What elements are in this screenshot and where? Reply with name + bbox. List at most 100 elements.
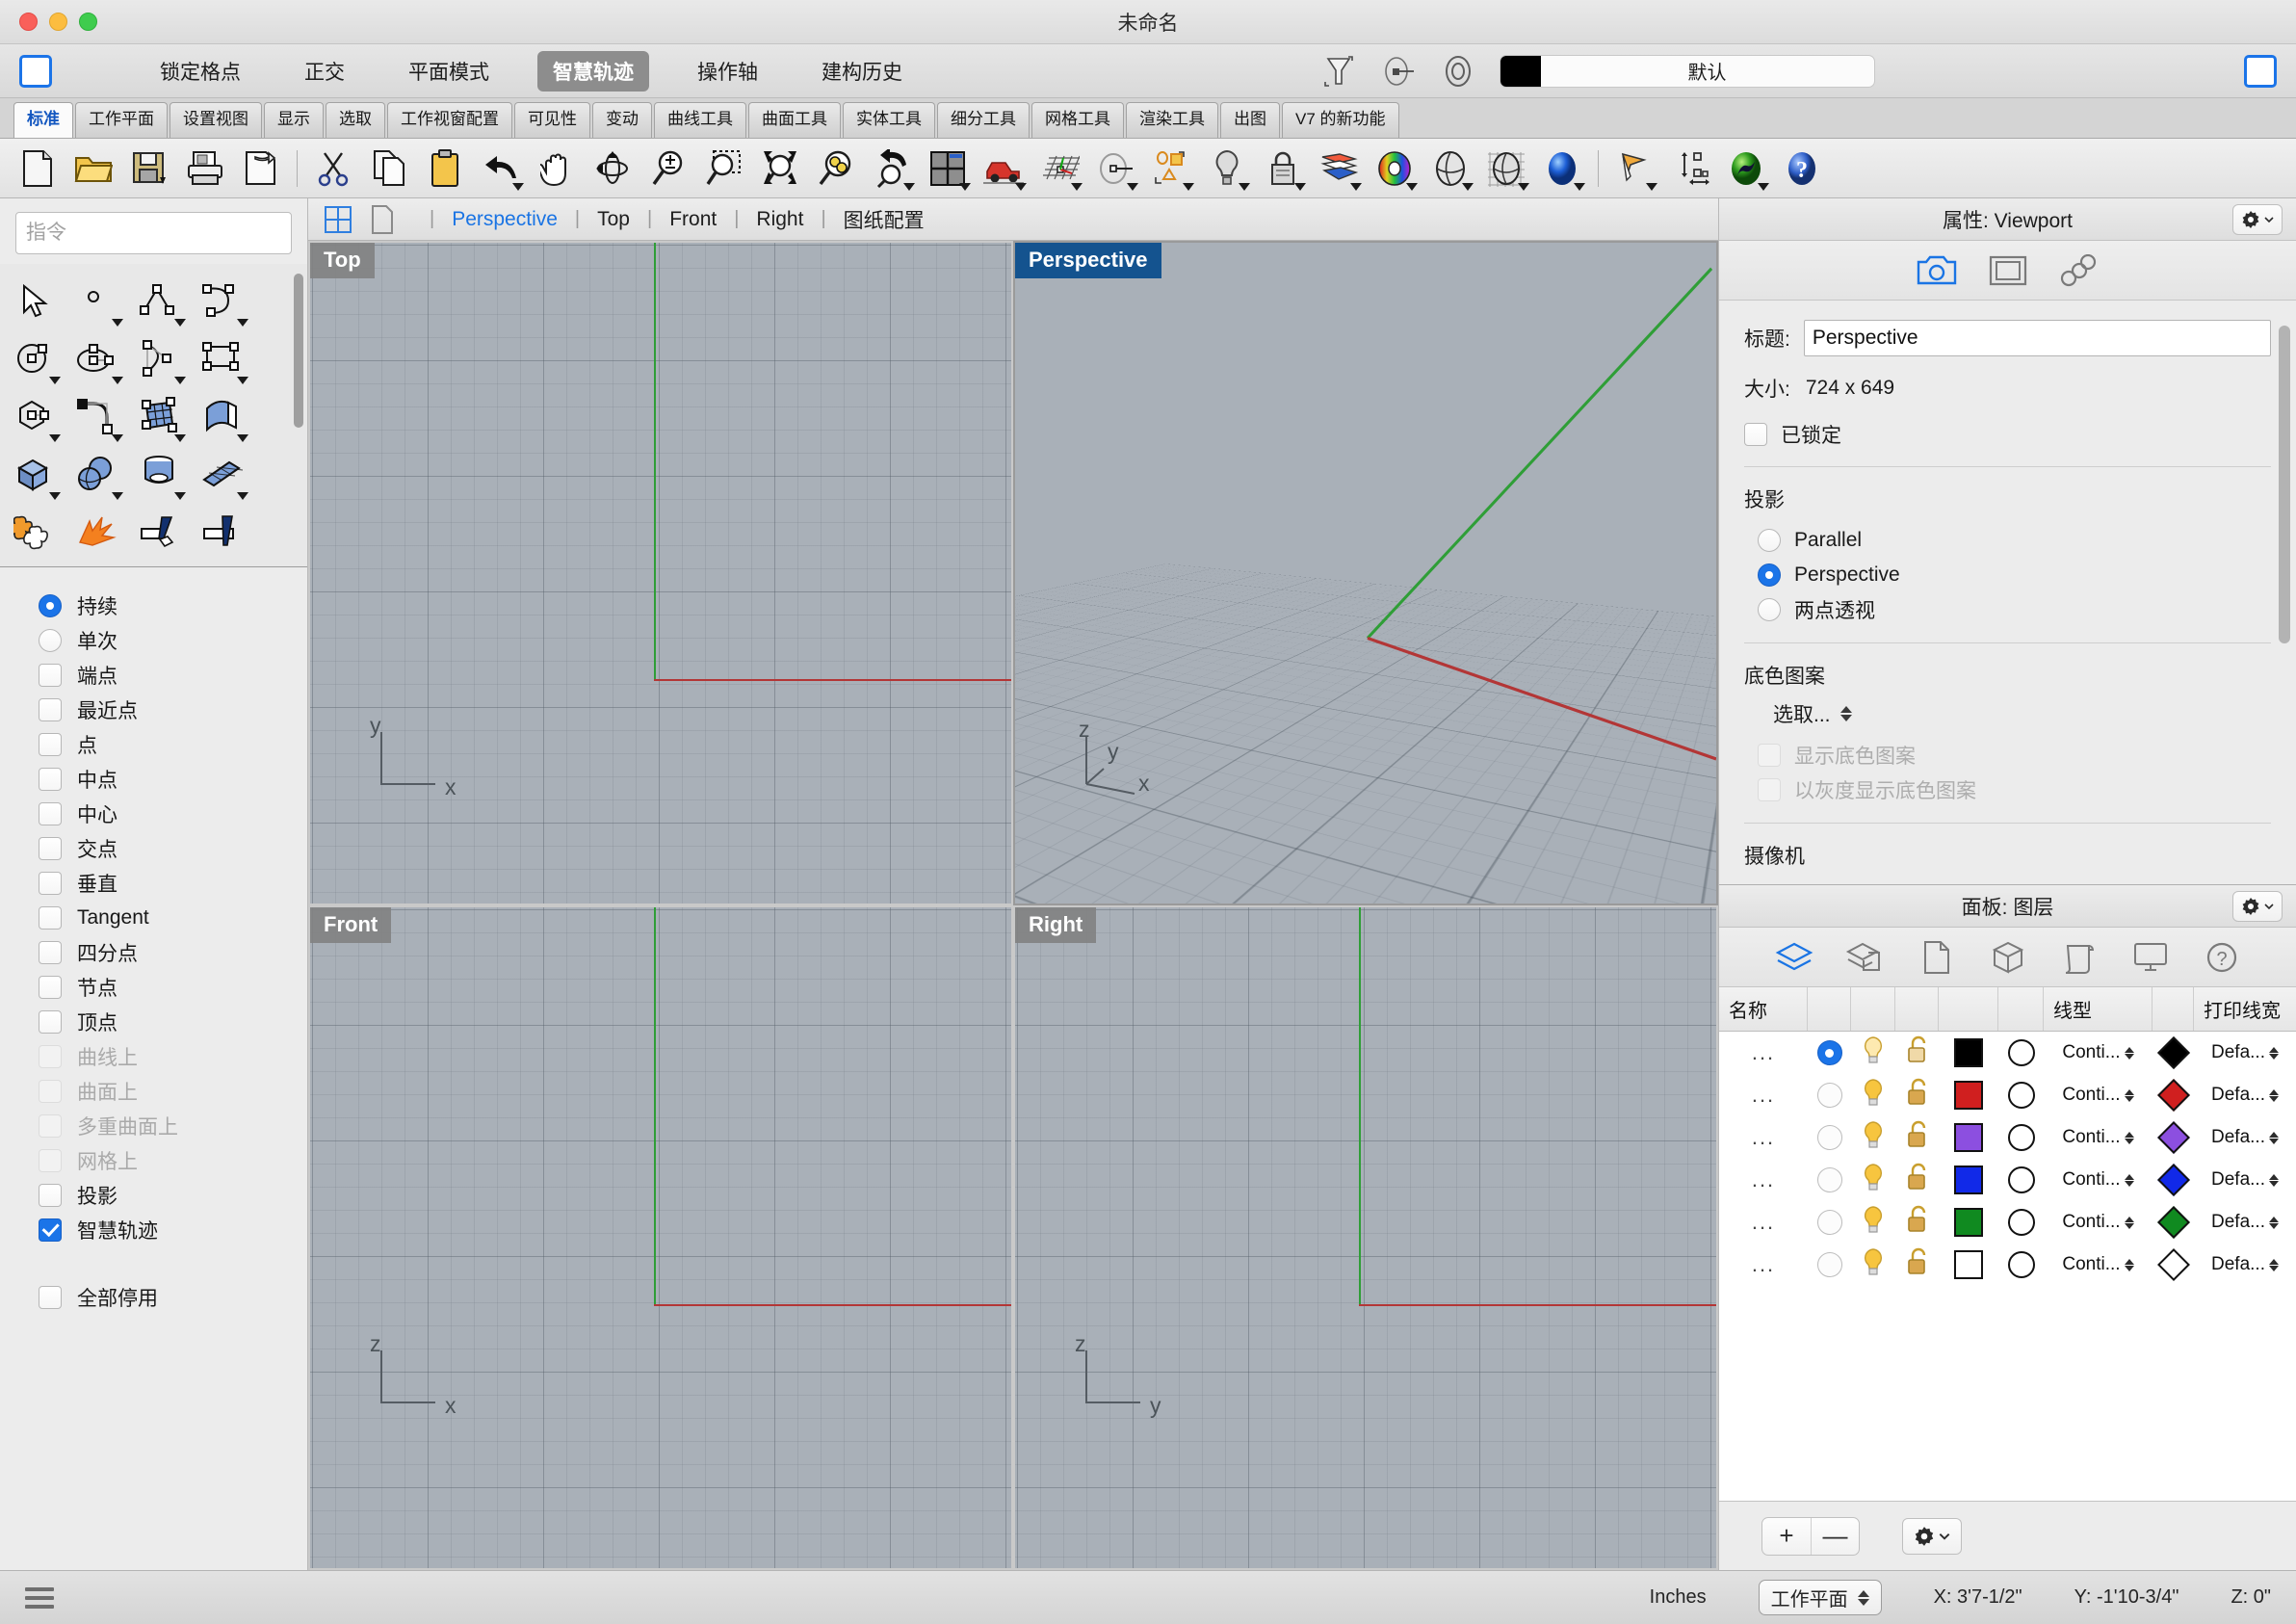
stepper-icon[interactable] (2268, 1258, 2279, 1271)
polyline-icon[interactable] (130, 272, 188, 329)
layer-linetype[interactable]: Conti... (2062, 1042, 2120, 1063)
column-linetype[interactable]: 线型 (2044, 987, 2152, 1031)
viewport-top[interactable]: Top y x (310, 243, 1011, 904)
zoom-previous-icon[interactable] (864, 143, 920, 195)
shaded-sphere-icon[interactable] (1422, 143, 1478, 195)
unlock-icon[interactable] (1905, 1078, 1930, 1113)
osnap-mid[interactable]: 中点 (39, 762, 307, 797)
stepper-icon[interactable] (2124, 1046, 2134, 1060)
zoom-selected-icon[interactable] (808, 143, 864, 195)
mode-item-grid-snap[interactable]: 锁定格点 (144, 51, 256, 92)
layer-name[interactable]: ... (1752, 1252, 1775, 1277)
layer-print-color[interactable] (2156, 1079, 2190, 1112)
viewport-label-top[interactable]: Top (310, 243, 375, 278)
layer-print-width[interactable]: Defa... (2211, 1254, 2265, 1275)
chevron-down-icon[interactable] (1574, 182, 1585, 191)
camera-icon[interactable] (1916, 249, 1958, 292)
single-view-layout-icon[interactable] (368, 204, 397, 234)
stepper-icon[interactable] (2268, 1046, 2279, 1060)
window-controls[interactable] (19, 13, 97, 31)
save-disk-icon[interactable] (121, 143, 177, 195)
chevron-down-icon[interactable] (237, 319, 248, 327)
viewport-label-front[interactable]: Front (310, 907, 392, 943)
zoom-extents-icon[interactable] (752, 143, 808, 195)
layer-print-color[interactable] (2156, 1121, 2190, 1154)
viewport-label-perspective[interactable]: Perspective (1015, 243, 1161, 278)
chevron-down-icon[interactable] (903, 182, 915, 191)
projection-parallel[interactable]: Parallel (1758, 523, 2271, 558)
print-icon[interactable] (177, 143, 233, 195)
tab-drafting[interactable]: 出图 (1220, 102, 1280, 138)
column-material[interactable] (1998, 987, 2044, 1031)
layer-linetype[interactable]: Conti... (2062, 1254, 2120, 1275)
left-panel-toggle-icon[interactable] (19, 54, 52, 88)
sphere-icon[interactable] (67, 445, 125, 503)
chevron-down-icon[interactable] (1183, 182, 1194, 191)
projection-two-point[interactable]: 两点透视 (1758, 592, 2271, 627)
layer-print-width[interactable]: Defa... (2211, 1169, 2265, 1191)
document-icon[interactable] (1916, 936, 1958, 979)
column-visible[interactable] (1851, 987, 1895, 1031)
tab-set-view[interactable]: 设置视图 (170, 102, 262, 138)
table-row[interactable]: ... Conti... Defa... (1719, 1074, 2296, 1116)
chevron-down-icon[interactable] (1071, 182, 1083, 191)
layer-current-radio[interactable] (1816, 1040, 1842, 1065)
chevron-down-icon[interactable] (1294, 182, 1306, 191)
layer-color-swatch[interactable] (1954, 1208, 1983, 1237)
chevron-down-icon[interactable] (1127, 182, 1138, 191)
osnap-cen[interactable]: 中心 (39, 797, 307, 831)
osnap-disable-all[interactable]: 全部停用 (39, 1280, 307, 1315)
render-earth-icon[interactable] (1718, 143, 1774, 195)
layer-color-swatch[interactable] (1954, 1166, 1983, 1194)
object-snap-icon[interactable] (1143, 143, 1199, 195)
right-panel-toggle-icon[interactable] (2244, 54, 2277, 88)
chevron-down-icon[interactable] (1758, 182, 1769, 191)
tab-display[interactable]: 显示 (264, 102, 324, 138)
light-bulb-icon[interactable] (1861, 1247, 1886, 1282)
command-input[interactable] (15, 212, 292, 254)
osnap-project[interactable]: 投影 (39, 1178, 307, 1213)
checkbox-vertex[interactable] (39, 1010, 62, 1034)
lock-icon[interactable] (1255, 143, 1311, 195)
current-layer-color-swatch[interactable] (1500, 55, 1541, 87)
ellipse-icon[interactable] (67, 329, 125, 387)
help-icon[interactable]: ? (2201, 936, 2243, 979)
layout-pointer-icon[interactable] (1606, 143, 1662, 195)
layer-color-swatch[interactable] (1954, 1123, 1983, 1152)
checkbox-project[interactable] (39, 1184, 62, 1207)
polygon-icon[interactable] (5, 387, 63, 445)
tab-subd-tools[interactable]: 细分工具 (937, 102, 1030, 138)
cplane-origin-icon[interactable] (1380, 53, 1417, 90)
radio-persistent[interactable] (39, 594, 62, 617)
layer-material-icon[interactable] (2007, 1209, 2035, 1236)
tab-viewport-layout[interactable]: 工作视窗配置 (387, 102, 512, 138)
copy-icon[interactable] (361, 143, 417, 195)
new-document-icon[interactable] (10, 143, 65, 195)
chevron-down-icon[interactable] (959, 182, 971, 191)
table-row[interactable]: ... Conti... Defa... (1719, 1116, 2296, 1159)
trim-icon[interactable] (130, 503, 188, 561)
ghosted-sphere-icon[interactable] (1478, 143, 1534, 195)
layer-color-swatch[interactable] (1954, 1038, 1983, 1067)
checkbox-cen[interactable] (39, 802, 62, 825)
checkbox-near[interactable] (39, 698, 62, 721)
properties-scrollbar[interactable] (2279, 326, 2290, 643)
viewport-frame-icon[interactable] (1987, 249, 2029, 292)
column-locked[interactable] (1895, 987, 1939, 1031)
ellipse-cplane-icon[interactable] (1087, 143, 1143, 195)
surface-plane-icon[interactable] (193, 445, 250, 503)
layer-print-width[interactable]: Defa... (2211, 1085, 2265, 1106)
viewport-title-input[interactable] (1803, 320, 2271, 356)
table-row[interactable]: ... Conti... Defa... (1719, 1032, 2296, 1074)
light-bulb-icon[interactable] (1861, 1205, 1886, 1240)
layer-material-icon[interactable] (2007, 1082, 2035, 1109)
radio-parallel[interactable] (1758, 529, 1781, 552)
stepper-icon[interactable] (2124, 1131, 2134, 1144)
viewport-tab-right[interactable]: Right (756, 208, 803, 231)
chevron-down-icon[interactable] (1518, 182, 1529, 191)
render-sphere-icon[interactable] (1534, 143, 1590, 195)
chevron-down-icon[interactable] (237, 492, 248, 500)
viewport-label-right[interactable]: Right (1015, 907, 1097, 943)
select-arrow-icon[interactable] (5, 272, 63, 329)
checkbox-smarttrack[interactable] (39, 1218, 62, 1242)
